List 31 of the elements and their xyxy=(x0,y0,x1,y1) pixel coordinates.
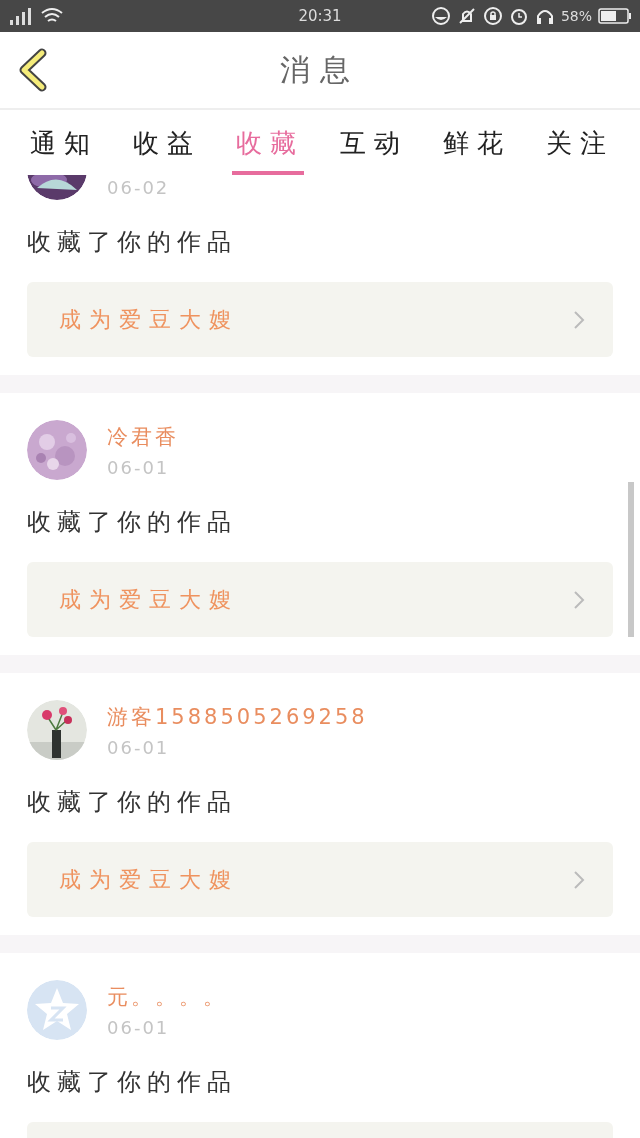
signal-icon xyxy=(8,6,34,26)
message-text: 收藏了你的作品 xyxy=(27,228,238,256)
tab[interactable]: 收益 xyxy=(129,110,201,175)
message-date: 06-01 xyxy=(107,1016,171,1038)
message-date: 06-02 xyxy=(107,176,170,198)
message-text: 收藏了你的作品 xyxy=(27,788,238,816)
tab[interactable]: 鲜花 xyxy=(438,110,511,175)
clock-time: 20:31 xyxy=(298,7,342,25)
battery-icon xyxy=(598,7,632,25)
battery-percent: 58% xyxy=(560,8,592,24)
message-text: 收藏了你的作品 xyxy=(27,1068,238,1096)
alarm-icon xyxy=(508,6,529,26)
status-icon xyxy=(430,6,451,26)
message-text: 收藏了你的作品 xyxy=(27,508,238,536)
action-button[interactable]: 成为爱豆大嫂 xyxy=(27,562,613,637)
message-date: 06-01 xyxy=(107,736,171,758)
user-name[interactable]: 元。。。。 xyxy=(107,982,227,1011)
lock-icon xyxy=(482,6,503,26)
user-name[interactable]: 游客1588505269258 xyxy=(107,702,368,731)
action-button[interactable]: 成为爱豆大嫂 xyxy=(27,282,613,357)
action-button[interactable]: 成为爱豆大嫂 xyxy=(27,842,613,917)
avatar-icon xyxy=(27,980,87,1040)
chevron-right-icon xyxy=(573,869,585,890)
chevron-right-icon xyxy=(573,589,585,610)
user-name[interactable]: 冷君香 xyxy=(107,422,179,451)
page-title: 消息 xyxy=(280,50,360,89)
tab[interactable]: 关注 xyxy=(542,110,615,175)
tab[interactable]: 通知 xyxy=(25,110,98,175)
message-date: 06-01 xyxy=(107,456,171,478)
tab[interactable]: 互动 xyxy=(335,110,408,175)
chevron-right-icon xyxy=(573,309,585,330)
